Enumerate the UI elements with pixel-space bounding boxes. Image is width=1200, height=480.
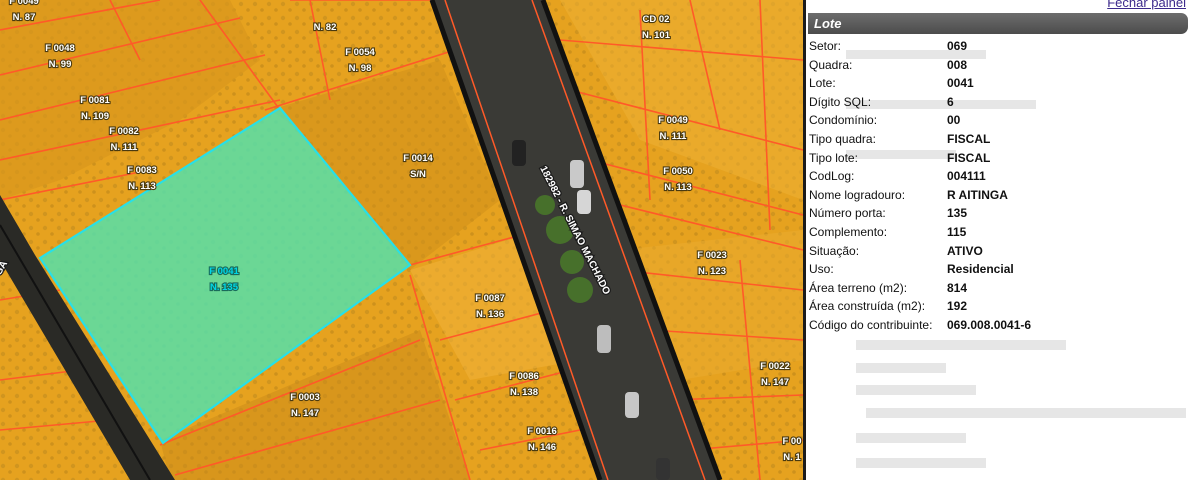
attribute-row: Lote: 0041 <box>809 74 1031 93</box>
map-canvas[interactable]: F 0049 N. 87 N. 82 F 0048 N. 99 F 0054 N. 98 F … <box>0 0 803 480</box>
lot-code-label: F 0083 <box>127 165 157 176</box>
lot-number-label: S/N <box>410 169 426 180</box>
attribute-row: Situação: ATIVO <box>809 242 1031 261</box>
attribute-row: CodLog: 004111 <box>809 167 1031 186</box>
lot-number-label: N. 1 <box>783 452 801 463</box>
attribute-key: Tipo lote: <box>809 150 858 165</box>
attribute-row: Quadra: 008 <box>809 56 1031 75</box>
attribute-value: ATIVO <box>947 243 983 258</box>
attribute-key: Nome logradouro: <box>809 187 906 202</box>
attribute-key: Área construída (m2): <box>809 299 926 314</box>
lot-code-label: F 0050 <box>663 166 693 177</box>
attribute-key: Lote: <box>809 76 836 91</box>
lot-code-label: F 0087 <box>475 293 505 304</box>
lot-number-label: N. 146 <box>528 442 556 453</box>
attribute-row: Complemento: 115 <box>809 223 1031 242</box>
attribute-key: Código do contribuinte: <box>809 317 933 332</box>
lot-code-label: F 00 <box>782 436 801 447</box>
attribute-row: Dígito SQL: 6 <box>809 93 1031 112</box>
attribute-value: FISCAL <box>947 150 991 165</box>
attribute-row: Área terreno (m2): 814 <box>809 279 1031 298</box>
map-view[interactable]: F 0049 N. 87 N. 82 F 0048 N. 99 F 0054 N. 98 F … <box>0 0 803 480</box>
attribute-row: Código do contribuinte: 069.008.0041-6 <box>809 316 1031 335</box>
lot-code-label: F 0049 <box>9 0 39 7</box>
lot-number-label: N. 147 <box>291 408 319 419</box>
attribute-key: Dígito SQL: <box>809 94 872 109</box>
lot-code-label: F 0022 <box>760 361 790 372</box>
lot-number-label: N. 123 <box>698 266 726 277</box>
lot-code-label: F 0086 <box>509 371 539 382</box>
attribute-key: Setor: <box>809 39 842 53</box>
attribute-value: 192 <box>947 299 968 314</box>
lot-code-label: F 0023 <box>697 250 727 261</box>
attribute-key: Número porta: <box>809 206 886 221</box>
attribute-value: 004111 <box>947 169 986 184</box>
attribute-value: FISCAL <box>947 131 991 146</box>
attribute-key: Condomínio: <box>809 113 878 128</box>
attribute-value: 135 <box>947 206 968 221</box>
attribute-row: Área construída (m2): 192 <box>809 297 1031 316</box>
attribute-key: Uso: <box>809 262 834 277</box>
lot-number-label: N. 87 <box>13 12 36 23</box>
lot-number-label: N. 113 <box>128 181 155 192</box>
attribute-row: Tipo quadra: FISCAL <box>809 130 1031 149</box>
lot-number-label: N. 101 <box>642 30 671 41</box>
attribute-value: 115 <box>947 224 967 239</box>
lot-number-label: N. 111 <box>660 131 688 142</box>
lot-number-label: N. 109 <box>81 111 109 122</box>
attribute-value: 069.008.0041-6 <box>947 317 1032 332</box>
close-panel-link[interactable]: Fechar painel <box>1107 0 1186 10</box>
attribute-value: 814 <box>947 280 968 295</box>
attribute-row: Nome logradouro: R AITINGA <box>809 186 1031 205</box>
attribute-value: 6 <box>947 94 954 109</box>
attribute-key: Área terreno (m2): <box>809 280 908 295</box>
lot-number-label: N. 82 <box>314 22 337 33</box>
attribute-key: Quadra: <box>809 57 853 72</box>
attribute-value: 008 <box>947 57 968 72</box>
attribute-key: CodLog: <box>809 169 855 184</box>
attribute-key: Complemento: <box>809 224 888 239</box>
attribute-value: 0041 <box>947 76 974 91</box>
lot-number-label: N. 99 <box>49 59 72 70</box>
attribute-row: Condomínio: 00 <box>809 111 1031 130</box>
attribute-value: R AITINGA <box>947 187 1008 202</box>
lot-number-label: N. 111 <box>111 142 139 153</box>
panel-title: Lote <box>808 13 1188 34</box>
lot-code-label: F 0054 <box>345 47 375 58</box>
attribute-value: 00 <box>947 113 961 128</box>
lot-code-label: F 0003 <box>290 392 320 403</box>
attribute-table: Setor: 069 Quadra: 008 Lote: 0041 Dígito SQL: 6… <box>809 37 1031 335</box>
lot-code-label: CD 02 <box>643 14 670 25</box>
attribute-key: Tipo quadra: <box>809 131 876 146</box>
lot-code-label: F 0049 <box>658 115 688 126</box>
lot-code-label: F 0081 <box>80 95 110 106</box>
lot-number-label: N. 135 <box>210 282 239 293</box>
lot-number-label: N. 147 <box>761 377 789 388</box>
info-panel: Fechar painel Lote Setor: 069 Quadra: 008 Lo… <box>803 0 1200 480</box>
lot-number-label: N. 98 <box>349 63 372 74</box>
attribute-key: Situação: <box>809 243 860 258</box>
lot-code-label: F 0048 <box>45 43 75 54</box>
lot-code-label: F 0041 <box>209 266 239 277</box>
lot-code-label: F 0082 <box>109 126 139 137</box>
lot-code-label: F 0016 <box>527 426 557 437</box>
lot-code-label: F 0014 <box>403 153 433 164</box>
attribute-row: Número porta: 135 <box>809 204 1031 223</box>
lot-number-label: N. 136 <box>476 309 504 320</box>
lot-number-label: N. 138 <box>510 387 538 398</box>
attribute-value: Residencial <box>947 262 1014 277</box>
lot-number-label: N. 113 <box>664 182 691 193</box>
attribute-row: Tipo lote: FISCAL <box>809 149 1031 168</box>
attribute-row: Uso: Residencial <box>809 260 1031 279</box>
attribute-row: Setor: 069 <box>809 37 1031 56</box>
attribute-value: 069 <box>947 39 968 53</box>
